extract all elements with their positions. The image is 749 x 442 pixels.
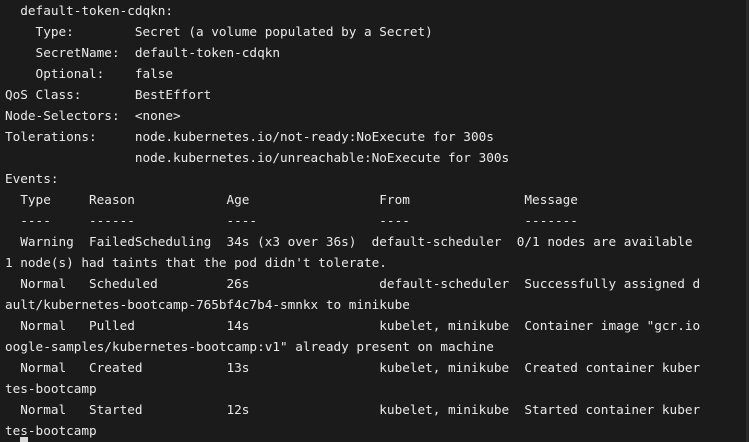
event-row-wrap: tes-bootcamp xyxy=(5,381,97,396)
output-line: Optional: false xyxy=(5,66,174,81)
output-line: QoS Class: BestEffort xyxy=(5,87,212,102)
terminal-output: default-token-cdqkn: Type: Secret (a vol… xyxy=(5,0,745,441)
event-row-wrap: 1 node(s) had taints that the pod didn't… xyxy=(5,255,387,270)
output-line: Tolerations: node.kubernetes.io/not-read… xyxy=(5,129,494,144)
event-row-wrap: ault/kubernetes-bootcamp-765bf4c7b4-smnk… xyxy=(5,297,410,312)
event-row: Warning FailedScheduling 34s (x3 over 36… xyxy=(5,234,693,249)
terminal-cursor xyxy=(20,437,28,442)
event-row-wrap: oogle-samples/kubernetes-bootcamp:v1" al… xyxy=(5,339,494,354)
event-row: Normal Started 12s kubelet, minikube Sta… xyxy=(5,402,701,417)
event-row: Normal Created 13s kubelet, minikube Cre… xyxy=(5,360,701,375)
output-line: Node-Selectors: <none> xyxy=(5,108,181,123)
event-row-wrap: tes-bootcamp xyxy=(5,423,97,438)
events-table-header: Type Reason Age From Message xyxy=(5,192,578,207)
terminal-window[interactable]: default-token-cdqkn: Type: Secret (a vol… xyxy=(0,0,749,442)
output-line: Events: xyxy=(5,171,59,186)
events-table-divider: ---- ------ ---- ---- ------- xyxy=(5,213,578,228)
event-row: Normal Pulled 14s kubelet, minikube Cont… xyxy=(5,318,701,333)
output-line: node.kubernetes.io/unreachable:NoExecute… xyxy=(5,150,510,165)
output-line: Type: Secret (a volume populated by a Se… xyxy=(5,24,433,39)
output-line: default-token-cdqkn: xyxy=(5,3,174,18)
output-line: SecretName: default-token-cdqkn xyxy=(5,45,280,60)
event-row: Normal Scheduled 26s default-scheduler S… xyxy=(5,276,701,291)
